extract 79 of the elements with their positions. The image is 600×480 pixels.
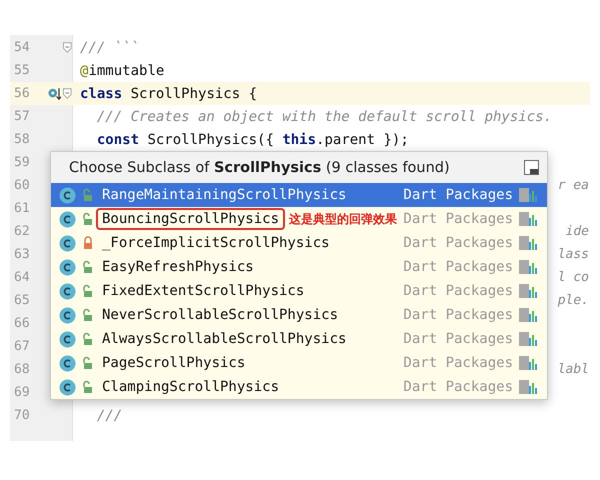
library-bars-icon — [519, 307, 537, 323]
package-location: Dart Packages — [403, 331, 513, 347]
code-comment: /// ``` — [80, 40, 140, 56]
code-comment: labl — [558, 362, 590, 377]
annotation-note: 这是典型的回弹效果 — [289, 210, 398, 228]
subclass-item[interactable]: ClampingScrollPhysics Dart Packages — [51, 375, 547, 399]
package-location: Dart Packages — [403, 211, 513, 227]
code-comment: ide — [566, 224, 590, 239]
class-icon — [59, 330, 76, 348]
library-bars-icon — [519, 379, 537, 395]
subclass-item[interactable]: PageScrollPhysics Dart Packages — [51, 351, 547, 375]
library-bars-icon — [519, 235, 537, 251]
line-number: 62 — [13, 224, 31, 239]
subclass-item[interactable]: RangeMaintainingScrollPhysics Dart Packages — [51, 183, 547, 207]
line-number: 54 — [13, 40, 31, 55]
line-number: 55 — [13, 63, 31, 78]
subclass-item[interactable]: _ForceImplicitScrollPhysics Dart Packages — [51, 231, 547, 255]
line-number: 58 — [13, 132, 31, 147]
class-name: _ForceImplicitScrollPhysics — [101, 234, 331, 253]
package-location: Dart Packages — [403, 259, 513, 275]
package-location: Dart Packages — [403, 379, 513, 395]
class-icon — [59, 282, 76, 300]
line-number: 67 — [13, 339, 31, 354]
subclass-item[interactable]: BouncingScrollPhysics 这是典型的回弹效果 Dart Packages — [51, 207, 547, 231]
class-name: NeverScrollableScrollPhysics — [101, 306, 340, 325]
code-comment: ple. — [558, 293, 590, 308]
code-comment: r ea — [558, 178, 590, 193]
class-icon — [59, 186, 76, 204]
line-number: 68 — [13, 362, 31, 377]
code-comment: /// Creates an object with the default scroll physics. — [96, 108, 552, 124]
fold-icon[interactable] — [63, 42, 72, 53]
line-number: 63 — [13, 247, 31, 262]
line-number: 70 — [13, 408, 31, 423]
class-icon — [59, 210, 76, 228]
package-location: Dart Packages — [403, 355, 513, 371]
subclass-item[interactable]: AlwaysScrollableScrollPhysics Dart Packages — [51, 327, 547, 351]
line-number: 60 — [13, 178, 31, 193]
line-number: 64 — [13, 270, 31, 285]
code-line: const ScrollPhysics({ this.parent }); — [96, 132, 409, 148]
package-location: Dart Packages — [403, 187, 513, 203]
class-icon — [59, 258, 76, 276]
line-number: 57 — [13, 109, 31, 124]
library-bars-icon — [519, 331, 537, 347]
subclass-item[interactable]: EasyRefreshPhysics Dart Packages — [51, 255, 547, 279]
library-bars-icon — [519, 187, 537, 203]
library-bars-icon — [519, 211, 537, 227]
package-location: Dart Packages — [403, 307, 513, 323]
code-comment: /// — [96, 408, 122, 424]
class-name: FixedExtentScrollPhysics — [101, 282, 306, 301]
line-number: 69 — [13, 385, 31, 400]
code-line: class ScrollPhysics { — [80, 86, 258, 102]
class-icon — [59, 378, 76, 396]
code-line: @immutable — [80, 62, 164, 78]
fold-icon[interactable] — [63, 88, 72, 99]
class-icon — [59, 354, 76, 372]
class-name: RangeMaintainingScrollPhysics — [101, 186, 348, 205]
line-number: 66 — [13, 316, 31, 331]
class-icon — [59, 306, 76, 324]
pin-window-icon[interactable] — [524, 160, 539, 175]
class-name: AlwaysScrollableScrollPhysics — [101, 330, 348, 349]
class-name: EasyRefreshPhysics — [101, 258, 255, 277]
highlighted-class-name: BouncingScrollPhysics — [96, 208, 286, 230]
line-number: 56 — [13, 86, 31, 101]
library-bars-icon — [519, 355, 537, 371]
line-number: 61 — [13, 201, 31, 216]
class-name: ClampingScrollPhysics — [101, 378, 280, 397]
package-location: Dart Packages — [403, 235, 513, 251]
line-number: 59 — [13, 155, 31, 170]
class-icon — [59, 234, 76, 252]
code-comment: lass — [558, 247, 590, 262]
popup-title: Choose Subclass of ScrollPhysics (9 classes found) — [69, 160, 450, 176]
library-bars-icon — [519, 283, 537, 299]
line-number: 65 — [13, 293, 31, 308]
package-location: Dart Packages — [403, 283, 513, 299]
subclass-item[interactable]: FixedExtentScrollPhysics Dart Packages — [51, 279, 547, 303]
subclass-item[interactable]: NeverScrollableScrollPhysics Dart Packages — [51, 303, 547, 327]
code-comment: l co — [558, 270, 590, 285]
class-name: PageScrollPhysics — [101, 354, 246, 373]
library-bars-icon — [519, 259, 537, 275]
